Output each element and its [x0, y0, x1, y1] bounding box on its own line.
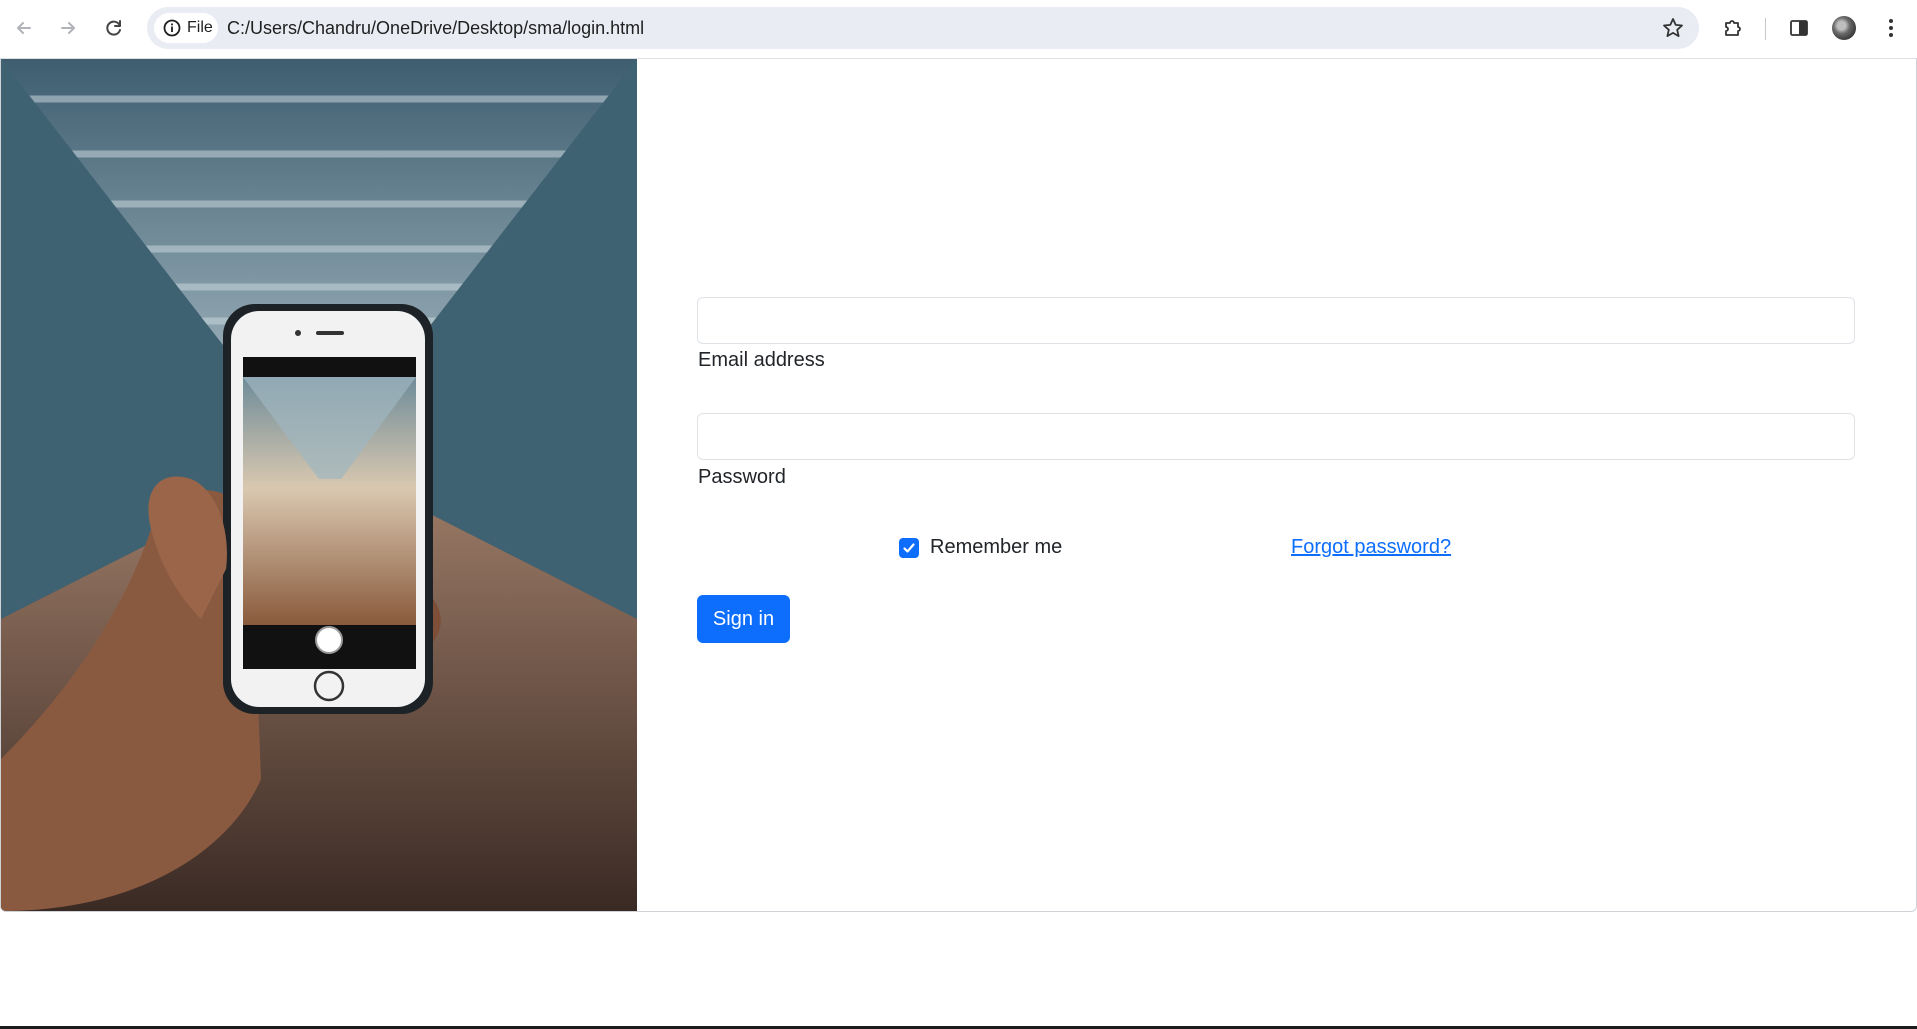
avatar	[1832, 16, 1856, 40]
extensions-button[interactable]	[1716, 11, 1750, 45]
forward-button[interactable]	[50, 10, 86, 46]
star-icon	[1663, 18, 1683, 37]
site-info-label: File	[187, 19, 213, 36]
browser-toolbar: File C:/Users/Chandru/OneDrive/Desktop/s…	[0, 0, 1917, 58]
url-text[interactable]: C:/Users/Chandru/OneDrive/Desktop/sma/lo…	[227, 7, 644, 49]
page-viewport: Email address Password Remember me Forgo…	[0, 58, 1917, 912]
profile-button[interactable]	[1827, 11, 1861, 45]
info-icon	[163, 19, 181, 37]
forgot-password-link[interactable]: Forgot password?	[1291, 536, 1451, 559]
reload-icon	[106, 20, 121, 36]
phone-in-hand-photo	[1, 59, 637, 911]
side-panel-button[interactable]	[1782, 11, 1816, 45]
login-form: Email address Password Remember me Forgo…	[697, 59, 1855, 911]
browser-menu-button[interactable]	[1874, 11, 1908, 45]
email-label: Email address	[698, 349, 825, 371]
bookmark-button[interactable]	[1661, 16, 1685, 45]
more-vert-icon	[1889, 19, 1893, 37]
check-icon	[903, 543, 915, 553]
toolbar-divider	[1765, 18, 1766, 40]
hero-image	[1, 59, 637, 911]
arrow-left-icon	[17, 22, 31, 34]
remember-me-label[interactable]: Remember me	[930, 536, 1062, 559]
password-input[interactable]	[697, 413, 1855, 460]
password-label: Password	[698, 466, 786, 488]
site-info-chip[interactable]: File	[154, 13, 218, 43]
puzzle-icon	[1725, 20, 1741, 36]
remember-me-checkbox[interactable]	[899, 538, 919, 558]
arrow-right-icon	[61, 22, 75, 34]
back-button[interactable]	[6, 10, 42, 46]
address-bar[interactable]: File C:/Users/Chandru/OneDrive/Desktop/s…	[147, 7, 1699, 49]
reload-button[interactable]	[96, 10, 132, 46]
sign-in-button[interactable]: Sign in	[697, 595, 790, 643]
email-input[interactable]	[697, 297, 1855, 344]
side-panel-icon	[1790, 20, 1808, 36]
